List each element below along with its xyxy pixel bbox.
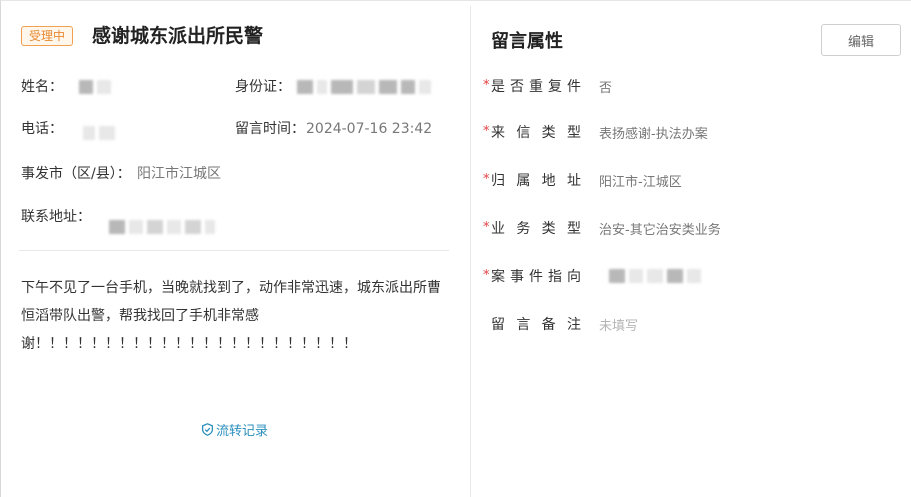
shield-check-icon xyxy=(201,423,214,436)
required-mark: * xyxy=(483,124,490,139)
attr-row-case-target: * 案事件指向 xyxy=(483,265,701,287)
required-mark: * xyxy=(483,268,490,283)
attr-value-duplicate: 否 xyxy=(599,80,613,96)
phone-label: 电话： xyxy=(21,121,63,137)
status-badge: 受理中 xyxy=(21,26,74,46)
required-mark: * xyxy=(483,78,490,93)
required-mark: * xyxy=(483,220,490,235)
attr-label-letter-type: 来信类型 xyxy=(491,125,581,141)
attr-value-remark: 未填写 xyxy=(599,318,639,334)
name-redacted xyxy=(79,80,111,94)
address-label: 联系地址： xyxy=(21,209,91,225)
attr-label-address: 归属地址 xyxy=(491,173,581,189)
id-label: 身份证： xyxy=(235,79,291,95)
message-detail-panel: 受理中 感谢城东派出所民警 姓名： 身份证： 电话： 留言时间： 2024-07… xyxy=(1,0,470,497)
attr-label-case-target: 案事件指向 xyxy=(491,269,581,285)
attr-label-business-type: 业务类型 xyxy=(491,221,581,237)
message-content: 下午不见了一台手机，当晚就找到了，动作非常迅速，城东派出所曹恒滔带队出警，帮我找… xyxy=(21,280,441,352)
attr-row-remark: 留言备注 未填写 xyxy=(483,313,638,335)
edit-button[interactable]: 编辑 xyxy=(821,24,901,56)
attr-row-business-type: * 业务类型 治安-其它治安类业务 xyxy=(483,217,721,239)
id-redacted xyxy=(297,80,431,94)
district-value: 阳江市江城区 xyxy=(137,166,221,182)
attributes-title: 留言属性 xyxy=(491,31,563,52)
flow-record-label: 流转记录 xyxy=(216,424,269,439)
attr-value-letter-type: 表扬感谢-执法办案 xyxy=(599,126,708,142)
district-label: 事发市（区/县）： xyxy=(21,166,131,182)
case-target-redacted xyxy=(609,269,701,283)
attr-row-letter-type: * 来信类型 表扬感谢-执法办案 xyxy=(483,121,708,143)
attributes-panel: 留言属性 编辑 * 是否重复件 否 * 来信类型 表扬感谢-执法办案 * 归属地… xyxy=(471,0,911,497)
attr-label-remark: 留言备注 xyxy=(491,317,581,333)
attr-label-duplicate: 是否重复件 xyxy=(491,79,581,95)
time-label: 留言时间： xyxy=(235,121,305,137)
attr-row-duplicate: * 是否重复件 否 xyxy=(483,75,612,97)
section-divider xyxy=(19,250,449,251)
phone-redacted xyxy=(83,126,115,140)
name-label: 姓名： xyxy=(21,79,63,95)
attr-value-address: 阳江市-江城区 xyxy=(599,174,682,190)
time-value: 2024-07-16 23:42 xyxy=(306,121,433,137)
page-title: 感谢城东派出所民警 xyxy=(92,25,264,47)
address-redacted xyxy=(109,220,215,234)
attr-value-business-type: 治安-其它治安类业务 xyxy=(599,222,721,238)
attr-row-address: * 归属地址 阳江市-江城区 xyxy=(483,169,682,191)
required-mark: * xyxy=(483,172,490,187)
flow-record-link[interactable]: 流转记录 xyxy=(201,420,268,439)
